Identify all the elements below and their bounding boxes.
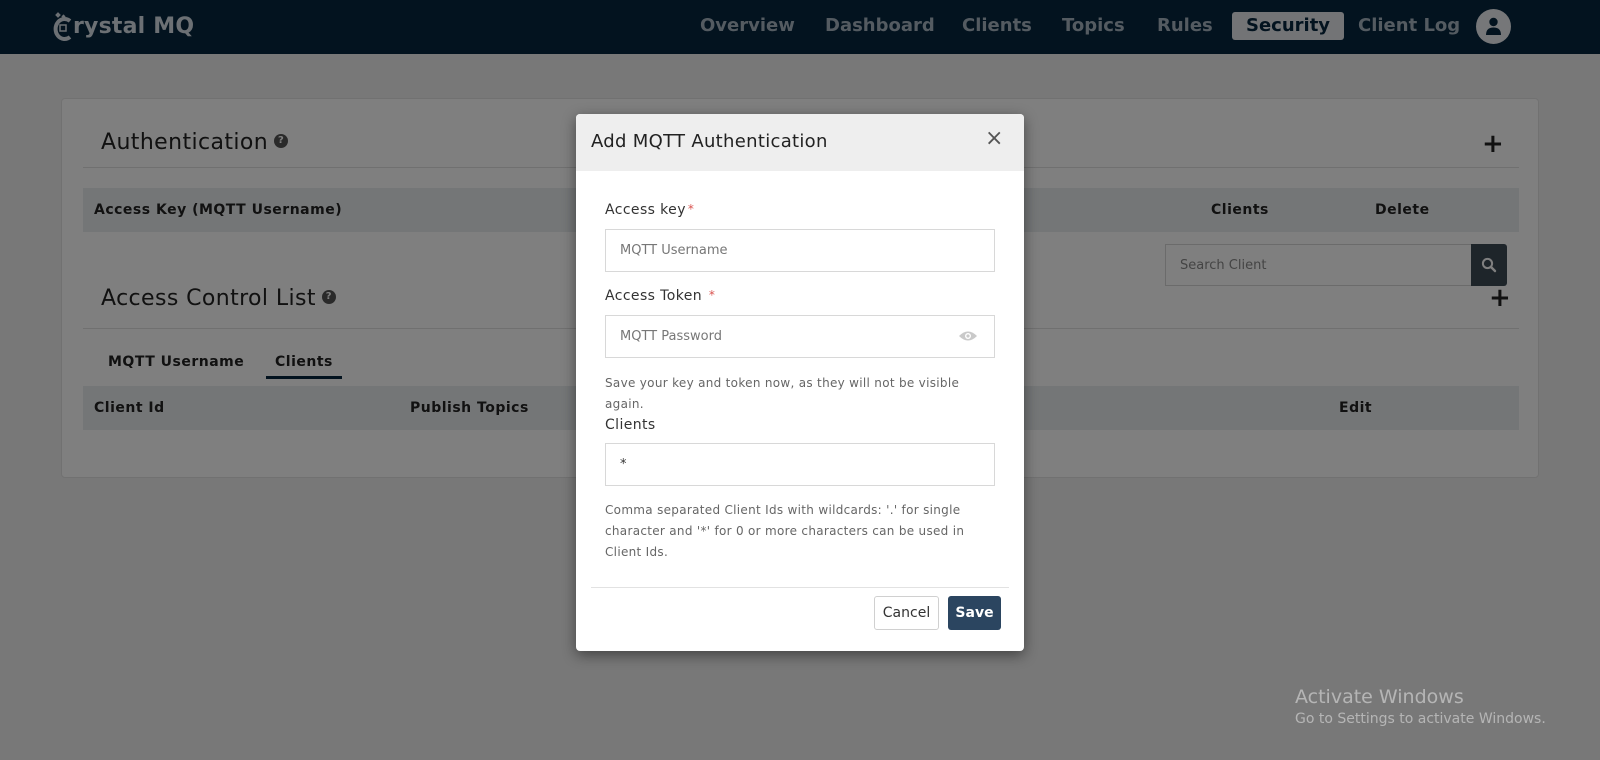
required-mark: * bbox=[687, 202, 695, 216]
access-key-input[interactable] bbox=[605, 229, 995, 272]
activate-windows-hint: Go to Settings to activate Windows. bbox=[1295, 711, 1546, 727]
modal-header: Add MQTT Authentication × bbox=[576, 114, 1024, 171]
modal-footer-divider bbox=[591, 587, 1009, 588]
clients-hint: Comma separated Client Ids with wildcard… bbox=[605, 503, 965, 559]
save-button[interactable]: Save bbox=[948, 596, 1001, 630]
cancel-button[interactable]: Cancel bbox=[874, 596, 939, 630]
clients-label: Clients bbox=[605, 417, 656, 433]
save-key-hint: Save your key and token now, as they wil… bbox=[605, 376, 960, 411]
eye-icon[interactable] bbox=[958, 330, 978, 342]
access-token-label: Access Token * bbox=[605, 288, 716, 304]
activate-windows-watermark: Activate Windows bbox=[1295, 686, 1464, 708]
clients-input[interactable] bbox=[605, 443, 995, 486]
add-mqtt-authentication-modal: Add MQTT Authentication × Access key* Ac… bbox=[576, 114, 1024, 651]
close-icon[interactable]: × bbox=[985, 128, 1003, 150]
access-key-label: Access key * bbox=[605, 202, 695, 218]
modal-title: Add MQTT Authentication bbox=[591, 131, 828, 152]
access-token-input[interactable] bbox=[605, 315, 995, 358]
required-mark: * bbox=[708, 288, 716, 302]
